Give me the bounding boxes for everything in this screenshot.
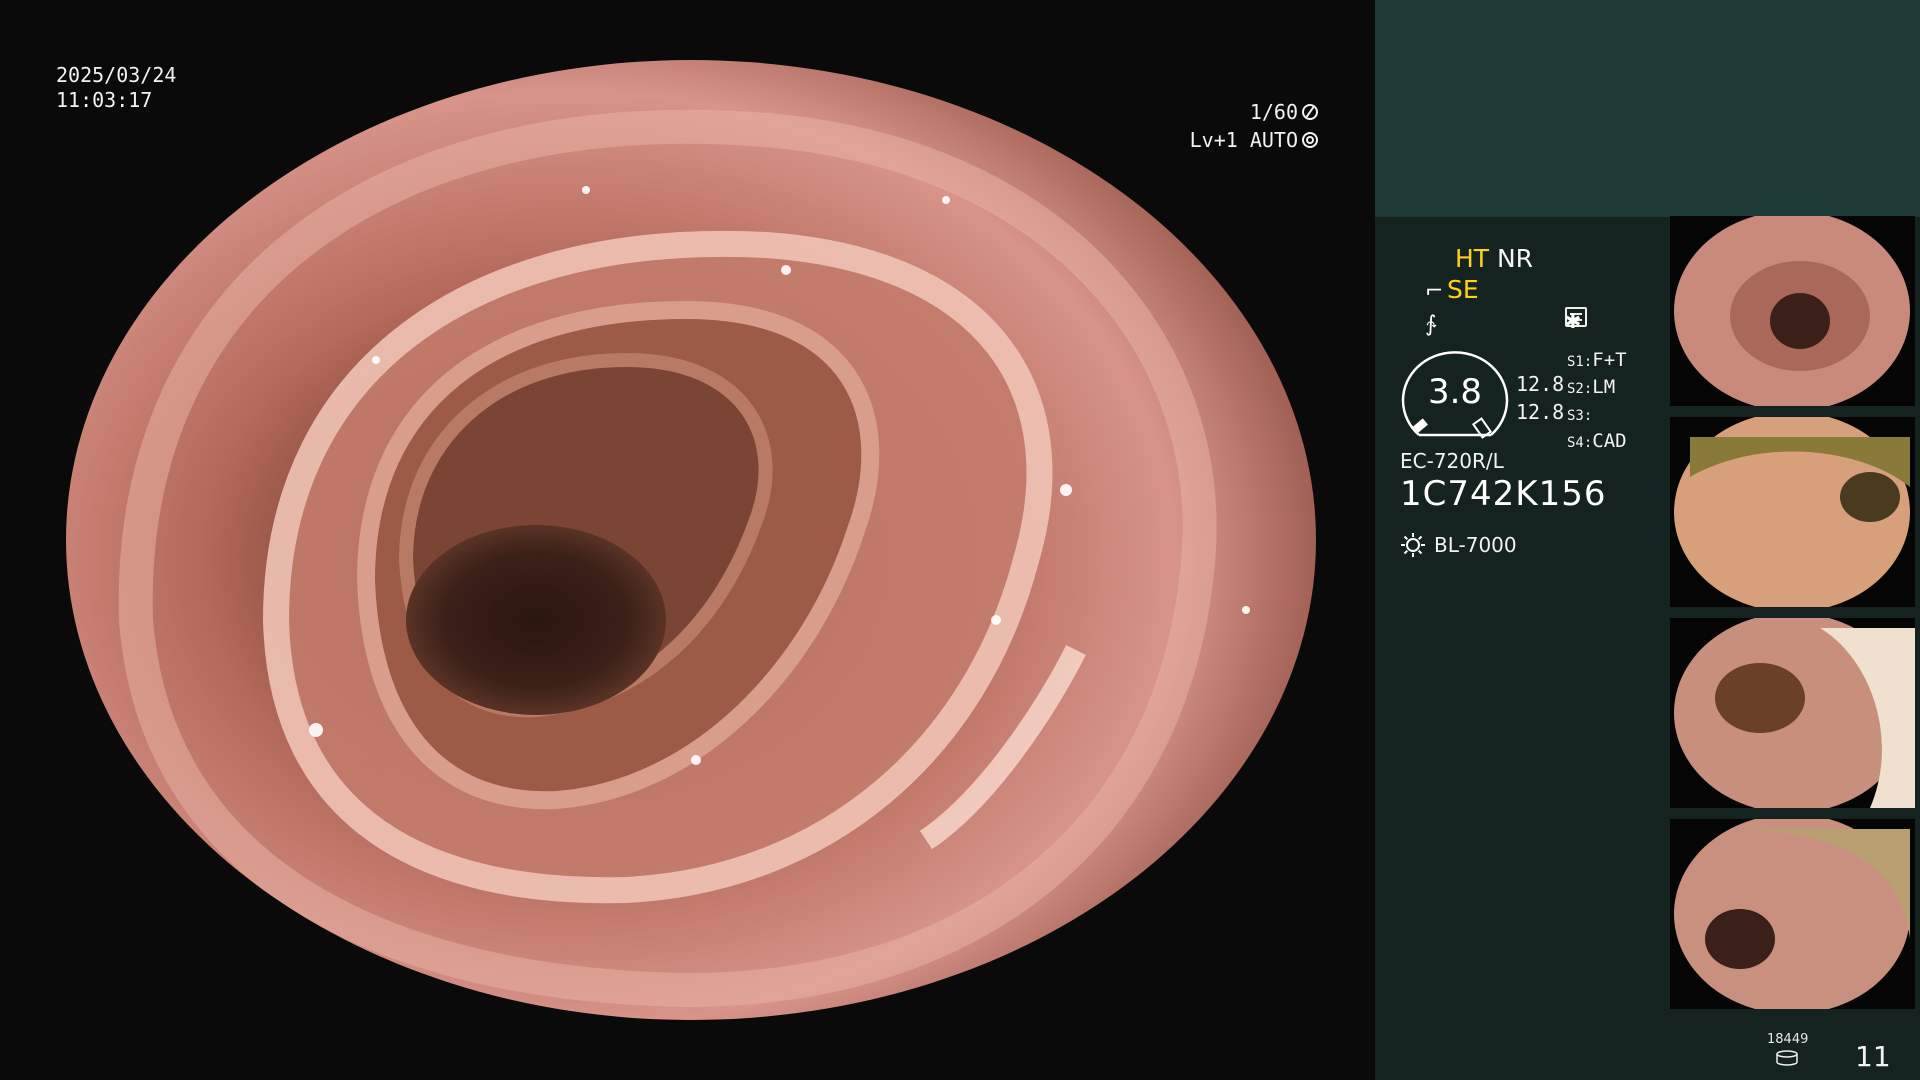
shutter-icon (1302, 104, 1318, 120)
iris-icon (1302, 132, 1318, 148)
gauge-numbers: 12.8 12.8 (1516, 370, 1564, 426)
asterisk-icon: ✱ (1565, 305, 1581, 335)
panel-header-block (1375, 0, 1920, 217)
database-icon (1776, 1050, 1798, 1066)
record-count: 18449 (1767, 1032, 1809, 1047)
gauge-number-1: 12.8 (1516, 372, 1565, 396)
scope-serial: 1C742K156 (1400, 474, 1607, 514)
mode-ht: HT (1454, 244, 1490, 273)
setting-row: S1:F+T (1567, 349, 1627, 371)
color-enhance-icon: ∱ (1425, 312, 1437, 337)
mode-se: SE (1447, 275, 1479, 304)
exposure-readout: 1/60 Lv+1 AUTO (1190, 98, 1318, 154)
mode-indicators: HT NR ⌐ SE ∱ (1425, 243, 1533, 340)
scope-model: EC-720R/L (1400, 449, 1504, 473)
mode-nr: NR (1496, 244, 1534, 273)
setting-row: S4:CAD (1567, 430, 1627, 452)
image-count: 11 (1855, 1040, 1891, 1073)
date-text: 2025/03/24 (56, 63, 177, 87)
captured-image-thumbnail[interactable] (1670, 819, 1915, 1009)
light-source-text: BL-7000 (1434, 533, 1517, 557)
setting-row: S2:LM (1567, 376, 1616, 398)
captured-image-thumbnail[interactable] (1670, 618, 1915, 808)
endoscopic-image (66, 60, 1316, 1020)
captured-images-list (1670, 216, 1920, 1020)
level-text: Lv+1 AUTO (1189, 128, 1298, 152)
light-source: BL-7000 (1400, 532, 1517, 558)
endoscope-view-area: 2025/03/24 11:03:17 1/60 Lv+1 AUTO (0, 0, 1375, 1080)
setting-row: S3: (1567, 408, 1593, 424)
structure-enhance-icon: ⌐ (1425, 279, 1444, 304)
captured-image-thumbnail[interactable] (1670, 417, 1915, 607)
scope-switch-settings: S1:F+T S2:LM S3: S4:CAD (1567, 348, 1627, 456)
gauge-value: 3.8 (1427, 372, 1483, 412)
shutter-speed-text: 1/60 (1249, 100, 1298, 124)
time-text: 11:03:17 (56, 88, 153, 112)
captured-image-thumbnail[interactable] (1670, 216, 1915, 406)
sun-icon (1401, 533, 1425, 557)
date-time-readout: 2025/03/24 11:03:17 (56, 63, 176, 113)
gauge-number-2: 12.8 (1516, 400, 1565, 424)
